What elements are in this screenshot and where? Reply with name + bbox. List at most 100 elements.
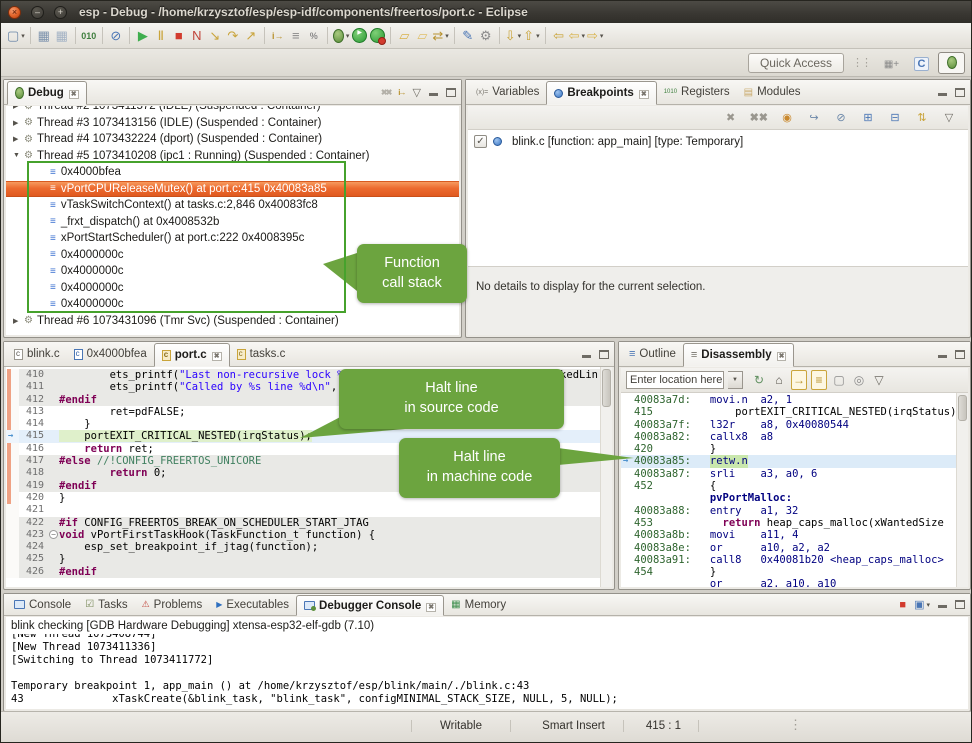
instruction-stepping-mode-icon[interactable]: i→ [398, 88, 404, 97]
back-history-icon[interactable]: ⇦ [568, 25, 586, 47]
maximize-icon[interactable] [955, 600, 965, 609]
thread-row[interactable]: ▶⚙Thread #3 1073413156 (IDLE) (Suspended… [6, 115, 459, 132]
tab-debug[interactable]: Debug [7, 81, 87, 105]
show-breakpoints-for-selection-icon[interactable]: ◉ [778, 107, 796, 129]
display-selected-console-icon[interactable]: ▣ [914, 598, 930, 611]
go-to-file-icon[interactable]: ↪ [805, 107, 823, 129]
stack-frame-row[interactable]: ≡0x4000000c [6, 280, 459, 297]
tab-debugger-console[interactable]: Debugger Console [296, 595, 444, 616]
tab-outline[interactable]: Outline [622, 342, 683, 366]
debug-tree[interactable]: ▶⚙Thread #2 1073411572 (IDLE) (Suspended… [6, 106, 459, 335]
next-annotation-icon[interactable]: ⇧ [522, 25, 540, 47]
stack-frame-row[interactable]: ≡vPortCPUReleaseMutex() at port.c:415 0x… [6, 181, 459, 198]
tab-console[interactable]: Console [7, 594, 78, 615]
cpp-perspective-button[interactable] [908, 52, 935, 74]
open-folder-icon[interactable]: ▱ [395, 25, 413, 47]
thread-row[interactable]: ▶⚙Thread #6 1073431096 (Tmr Svc) (Suspen… [6, 313, 459, 330]
forward-icon[interactable]: ⇨ [586, 25, 604, 47]
minimize-icon[interactable] [938, 93, 947, 96]
save-icon[interactable]: ▦ [35, 25, 53, 47]
tab-breakpoints[interactable]: Breakpoints [546, 81, 656, 105]
show-debug-columns-icon[interactable]: ≡ [287, 25, 305, 47]
window-close-button[interactable]: × [8, 6, 21, 19]
tab-variables[interactable]: Variables [469, 80, 546, 104]
last-edit-location-icon[interactable]: ⇩ [504, 25, 522, 47]
link-with-debug-view-icon[interactable]: ⇅ [913, 107, 931, 129]
breakpoints-list[interactable]: ✓blink.c [function: app_main] [type: Tem… [468, 130, 968, 266]
tab-tasks[interactable]: Tasks [78, 594, 134, 615]
stack-frame-row[interactable]: ≡vTaskSwitchContext() at tasks.c:2,846 0… [6, 197, 459, 214]
minimize-icon[interactable] [938, 355, 947, 358]
step-over-icon[interactable]: ↷ [224, 25, 242, 47]
pin-icon[interactable]: ◎ [851, 370, 867, 390]
remove-all-terminated-icon[interactable]: ✖✖ [381, 88, 390, 97]
stack-frame-row[interactable]: ≡_frxt_dispatch() at 0x4008532b [6, 214, 459, 231]
tree-expand-icon[interactable]: ▼ [13, 152, 24, 159]
breakpoint-row[interactable]: ✓blink.c [function: app_main] [type: Tem… [468, 130, 968, 153]
number-format-icon[interactable]: % [305, 25, 323, 47]
link-editor-icon[interactable]: ⇄ [431, 25, 449, 47]
stack-frame-row[interactable]: ≡xPortStartScheduler() at port.c:222 0x4… [6, 230, 459, 247]
view-menu-icon[interactable]: ▽ [871, 370, 887, 390]
view-menu-icon[interactable]: ▽ [413, 86, 421, 99]
source-editor[interactable]: 410 ets_printf("Last non-recursive lock … [6, 367, 600, 587]
scrollbar-thumb[interactable] [602, 369, 611, 407]
tree-expand-icon[interactable]: ▶ [13, 119, 24, 127]
close-tab-icon[interactable] [772, 349, 787, 361]
show-source-icon[interactable]: ≡ [811, 370, 827, 390]
resume-icon[interactable]: ▶ [134, 25, 152, 47]
remove-all-breakpoints-icon[interactable]: ✖✖ [749, 107, 769, 129]
view-menu-icon[interactable]: ▽ [940, 107, 958, 129]
close-tab-icon[interactable] [634, 87, 649, 99]
window-minimize-button[interactable]: – [31, 6, 44, 19]
remove-breakpoint-icon[interactable]: ✖ [722, 107, 740, 129]
collapse-all-icon[interactable]: ⊟ [886, 107, 904, 129]
save-all-icon[interactable]: ▦ [53, 25, 71, 47]
back-icon[interactable]: ⇦ [550, 25, 568, 47]
binary-icon[interactable]: 010 [80, 25, 98, 47]
terminate-icon[interactable]: ■ [170, 25, 188, 47]
tab-memory[interactable]: Memory [444, 594, 513, 615]
tab-executables[interactable]: Executables [209, 594, 296, 615]
minimize-icon[interactable] [938, 605, 947, 608]
maximize-icon[interactable] [446, 88, 456, 97]
window-maximize-button[interactable]: + [54, 6, 67, 19]
tab-problems[interactable]: Problems [135, 594, 210, 615]
suspend-icon[interactable]: Ⅱ [152, 25, 170, 47]
stack-frame-row[interactable]: ≡0x4000000c [6, 296, 459, 313]
refresh-icon[interactable]: ↻ [751, 370, 767, 390]
tree-expand-icon[interactable]: ▶ [13, 135, 24, 143]
maximize-icon[interactable] [955, 350, 965, 359]
disconnect-icon[interactable]: N [188, 25, 206, 47]
tab-registers[interactable]: Registers [657, 80, 737, 104]
skip-all-breakpoints-icon[interactable]: ⊘ [107, 25, 125, 47]
sync-with-active-context-icon[interactable]: → [791, 370, 807, 390]
stack-frame-row[interactable]: ≡0x4000000c [6, 247, 459, 264]
tab-disassembly[interactable]: Disassembly [683, 343, 795, 367]
location-combo-arrow[interactable]: ▼ [728, 371, 743, 389]
disassembly-listing[interactable]: 40083a7d: movi.n a2, 1415 portEXIT_CRITI… [621, 393, 956, 587]
maximize-icon[interactable] [599, 350, 609, 359]
run-icon[interactable] [350, 25, 368, 47]
open-new-view-icon[interactable]: ▢ [831, 370, 847, 390]
breakpoint-checkbox[interactable]: ✓ [474, 135, 487, 148]
step-into-icon[interactable]: ↘ [206, 25, 224, 47]
thread-row[interactable]: ▼⚙Thread #5 1073410208 (ipc1 : Running) … [6, 148, 459, 165]
settings-icon[interactable]: ⚙ [477, 25, 495, 47]
expand-all-icon[interactable]: ⊞ [859, 107, 877, 129]
debug-perspective-button[interactable] [938, 52, 965, 74]
maximize-icon[interactable] [955, 88, 965, 97]
minimize-icon[interactable] [429, 93, 438, 96]
thread-row[interactable]: ▶⚙Thread #2 1073411572 (IDLE) (Suspended… [6, 106, 459, 115]
tab-modules[interactable]: Modules [737, 80, 808, 104]
new-icon[interactable]: ▢ [6, 25, 26, 47]
tree-expand-icon[interactable]: ▶ [13, 317, 24, 325]
close-tab-icon[interactable] [64, 87, 79, 99]
location-input[interactable]: Enter location here [626, 371, 724, 389]
close-tab-icon[interactable] [207, 349, 222, 361]
profile-icon[interactable] [368, 25, 386, 47]
close-tab-icon[interactable] [421, 600, 436, 612]
tab-0x4000bfea[interactable]: 0x4000bfea [67, 342, 154, 366]
open-perspective-button[interactable] [878, 52, 905, 74]
tree-expand-icon[interactable]: ▶ [13, 106, 24, 110]
